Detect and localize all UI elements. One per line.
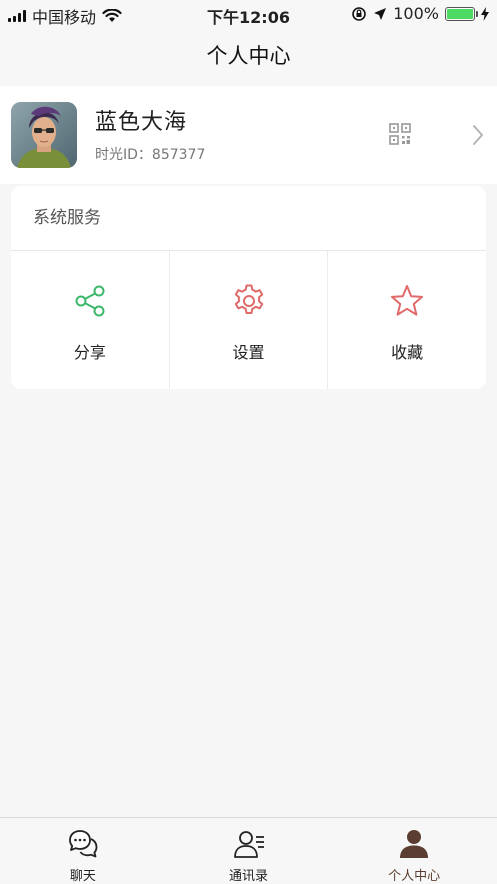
avatar[interactable] [11,102,77,168]
tab-profile-label: 个人中心 [388,869,441,884]
status-right: 100% [351,4,489,23]
settings-button[interactable]: 设置 [168,251,328,389]
system-services-card: 系统服务 分享 设置 收藏 [11,186,486,389]
profile-id: 时光ID：857377 [95,147,206,163]
location-icon [374,7,387,20]
battery-icon [445,6,478,21]
profile-card[interactable]: 蓝色大海 时光ID：857377 [0,86,497,184]
qr-code-icon[interactable] [389,123,411,145]
charging-icon [481,6,489,21]
chevron-right-icon[interactable] [471,124,485,146]
share-label: 分享 [73,343,106,362]
tab-chat[interactable]: 聊天 [0,818,166,884]
tab-bar: 聊天 通讯录 个人中心 [0,817,497,884]
tab-chat-label: 聊天 [69,869,96,884]
gear-icon [234,284,263,314]
favorites-button[interactable]: 收藏 [327,251,486,389]
chat-icon [68,830,98,858]
services-grid: 分享 设置 收藏 [11,251,486,389]
tab-profile[interactable]: 个人中心 [331,818,497,884]
rotation-lock-icon [352,6,367,21]
status-bar: 中国移动 下午12:06 100% [0,0,497,28]
share-icon [75,285,105,317]
tab-contacts[interactable]: 通讯录 [166,818,332,884]
battery-percent: 100% [393,4,439,23]
profile-name: 蓝色大海 [95,110,188,135]
settings-label: 设置 [232,343,265,362]
share-button[interactable]: 分享 [11,251,169,389]
star-icon [391,285,424,316]
contacts-icon [233,831,264,858]
person-icon [400,830,429,858]
tab-contacts-label: 通讯录 [229,869,269,884]
page-title: 个人中心 [0,28,497,84]
favorites-label: 收藏 [391,343,424,362]
services-title: 系统服务 [33,208,101,228]
